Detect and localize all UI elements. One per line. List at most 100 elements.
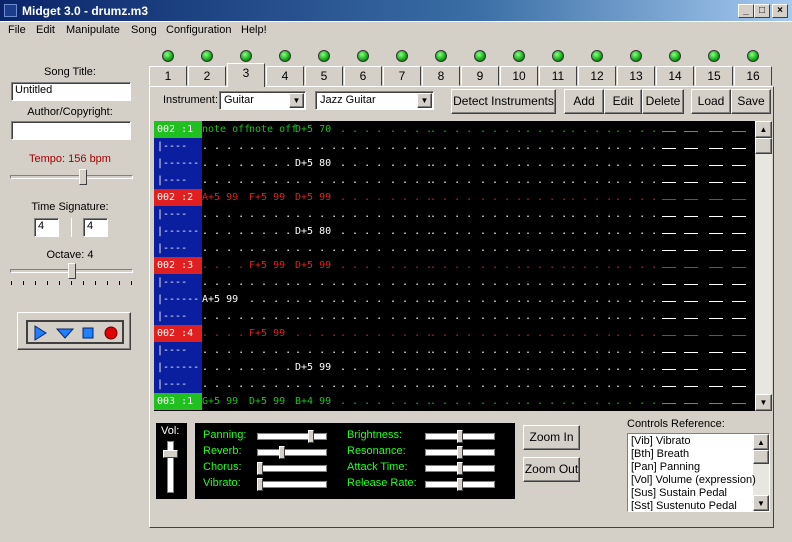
note-cell[interactable]: D+5 80	[295, 155, 331, 172]
pattern-row[interactable]: |----. . . .. . . .. . . .. . . .. . . .…	[154, 240, 755, 257]
row-header[interactable]: |----	[154, 342, 202, 359]
note-cell-empty[interactable]: . . . .	[390, 223, 432, 240]
note-cell-empty[interactable]: . . . .	[480, 274, 522, 291]
note-cell[interactable]: note off	[249, 121, 297, 138]
note-cell-empty[interactable]: . . . .	[340, 274, 382, 291]
note-cell[interactable]: . . . .	[202, 342, 244, 359]
detect-instruments-button[interactable]: Detect Instruments	[451, 89, 556, 114]
note-cell-empty[interactable]: . . . .	[480, 342, 522, 359]
delete-button[interactable]: Delete	[642, 89, 684, 114]
note-cell-empty[interactable]: . . . .	[430, 274, 472, 291]
scroll-up-icon[interactable]: ▲	[753, 434, 769, 450]
note-cell-empty[interactable]: . . . .	[525, 121, 567, 138]
controls-list-item[interactable]: [Vib] Vibrato	[631, 435, 691, 447]
fx_right-fx-thumb[interactable]	[457, 462, 463, 475]
note-cell-empty[interactable]: . . . .	[340, 376, 382, 393]
volume-thumb[interactable]	[163, 450, 178, 458]
pattern-row[interactable]: |----. . . .. . . .. . . .. . . .. . . .…	[154, 376, 755, 393]
note-cell[interactable]: . . . .	[295, 308, 337, 325]
note-cell-empty[interactable]: . . . .	[570, 325, 612, 342]
row-header[interactable]: |----	[154, 172, 202, 189]
controls-list-item[interactable]: [Pan] Panning	[631, 461, 700, 473]
note-cell-empty[interactable]: . . . .	[340, 121, 382, 138]
row-header[interactable]: 003 :1	[154, 393, 202, 410]
pattern-row[interactable]: 002 :1 note off note off D+5 70. . . .. . .…	[154, 121, 755, 138]
row-header[interactable]: 002 :4	[154, 325, 202, 342]
note-cell-empty[interactable]: . . . .	[480, 393, 522, 410]
note-cell-empty[interactable]: . . . .	[390, 325, 432, 342]
note-cell-empty[interactable]: . . . .	[570, 240, 612, 257]
note-cell[interactable]: . . . .	[249, 138, 291, 155]
note-cell-empty[interactable]: . . . .	[340, 240, 382, 257]
app-icon[interactable]	[4, 4, 17, 17]
row-header[interactable]: 002 :1	[154, 121, 202, 138]
octave-slider-thumb[interactable]	[68, 263, 76, 279]
note-cell-empty[interactable]: . . . .	[570, 172, 612, 189]
pattern-row[interactable]: 003 :1 G+5 99 D+5 99 B+4 99. . . .. . . .. …	[154, 393, 755, 410]
row-header[interactable]: |----	[154, 138, 202, 155]
note-cell-empty[interactable]: . . . .	[615, 240, 657, 257]
note-cell-empty[interactable]: . . . .	[430, 308, 472, 325]
note-cell-empty[interactable]: . . . .	[525, 240, 567, 257]
tempo-slider-thumb[interactable]	[79, 169, 87, 185]
note-cell[interactable]: B+4 99	[295, 393, 331, 410]
note-cell[interactable]: . . . .	[202, 223, 244, 240]
row-header[interactable]: |------	[154, 291, 202, 308]
note-cell[interactable]: . . . .	[249, 274, 291, 291]
note-cell-empty[interactable]: . . . .	[340, 342, 382, 359]
note-cell-empty[interactable]: . . . .	[430, 325, 472, 342]
note-cell-empty[interactable]: . . . .	[615, 274, 657, 291]
note-cell-empty[interactable]: . . . .	[390, 393, 432, 410]
note-cell[interactable]: D+5 70	[295, 121, 331, 138]
pattern-row[interactable]: |----. . . .. . . .. . . .. . . .. . . .…	[154, 342, 755, 359]
edit-button[interactable]: Edit	[604, 89, 642, 114]
note-cell-empty[interactable]: . . . .	[340, 325, 382, 342]
note-cell[interactable]: . . . .	[202, 359, 244, 376]
tab-track-13[interactable]: 13	[617, 66, 655, 86]
note-cell-empty[interactable]: . . . .	[525, 393, 567, 410]
note-cell-empty[interactable]: . . . .	[390, 257, 432, 274]
note-cell-empty[interactable]: . . . .	[615, 155, 657, 172]
note-cell[interactable]: A+5 99	[202, 291, 238, 308]
note-cell[interactable]: D+5 99	[295, 257, 331, 274]
note-cell-empty[interactable]: . . . .	[480, 138, 522, 155]
tab-track-11[interactable]: 11	[539, 66, 577, 86]
note-cell[interactable]: note off	[202, 121, 250, 138]
note-cell-empty[interactable]: . . . .	[570, 393, 612, 410]
note-cell-empty[interactable]: . . . .	[430, 376, 472, 393]
note-cell-empty[interactable]: . . . .	[430, 291, 472, 308]
note-cell[interactable]: . . . .	[249, 291, 291, 308]
note-cell-empty[interactable]: . . . .	[430, 172, 472, 189]
note-cell[interactable]: A+5 99	[202, 189, 238, 206]
note-cell-empty[interactable]: . . . .	[525, 172, 567, 189]
tab-track-12[interactable]: 12	[578, 66, 616, 86]
note-cell[interactable]: . . . .	[295, 325, 337, 342]
note-cell-empty[interactable]: . . . .	[525, 206, 567, 223]
note-cell[interactable]: . . . .	[295, 240, 337, 257]
note-cell-empty[interactable]: . . . .	[430, 257, 472, 274]
note-cell[interactable]: . . . .	[249, 308, 291, 325]
note-cell-empty[interactable]: . . . .	[525, 359, 567, 376]
note-cell[interactable]: . . . .	[202, 308, 244, 325]
record-icon[interactable]	[103, 325, 119, 341]
play-icon[interactable]	[32, 325, 48, 341]
note-cell-empty[interactable]: . . . .	[615, 121, 657, 138]
pattern-row[interactable]: |----. . . .. . . .. . . .. . . .. . . .…	[154, 172, 755, 189]
note-cell-empty[interactable]: . . . .	[525, 138, 567, 155]
pause-icon[interactable]	[56, 325, 74, 341]
note-cell[interactable]: . . . .	[202, 376, 244, 393]
note-cell-empty[interactable]: . . . .	[390, 138, 432, 155]
note-cell-empty[interactable]: . . . .	[430, 206, 472, 223]
pattern-row[interactable]: |------. . . .. . . . D+5 99. . . .. . . …	[154, 359, 755, 376]
note-cell-empty[interactable]: . . . .	[570, 189, 612, 206]
note-cell-empty[interactable]: . . . .	[390, 342, 432, 359]
note-cell-empty[interactable]: . . . .	[430, 393, 472, 410]
note-cell[interactable]: . . . .	[202, 325, 244, 342]
note-cell-empty[interactable]: . . . .	[615, 308, 657, 325]
menu-edit[interactable]: Edit	[36, 24, 55, 36]
chevron-down-icon[interactable]: ▼	[289, 93, 304, 108]
scroll-thumb[interactable]	[753, 450, 769, 464]
pattern-row[interactable]: |----. . . .. . . .. . . .. . . .. . . .…	[154, 274, 755, 291]
tab-track-9[interactable]: 9	[461, 66, 499, 86]
note-cell-empty[interactable]: . . . .	[480, 257, 522, 274]
